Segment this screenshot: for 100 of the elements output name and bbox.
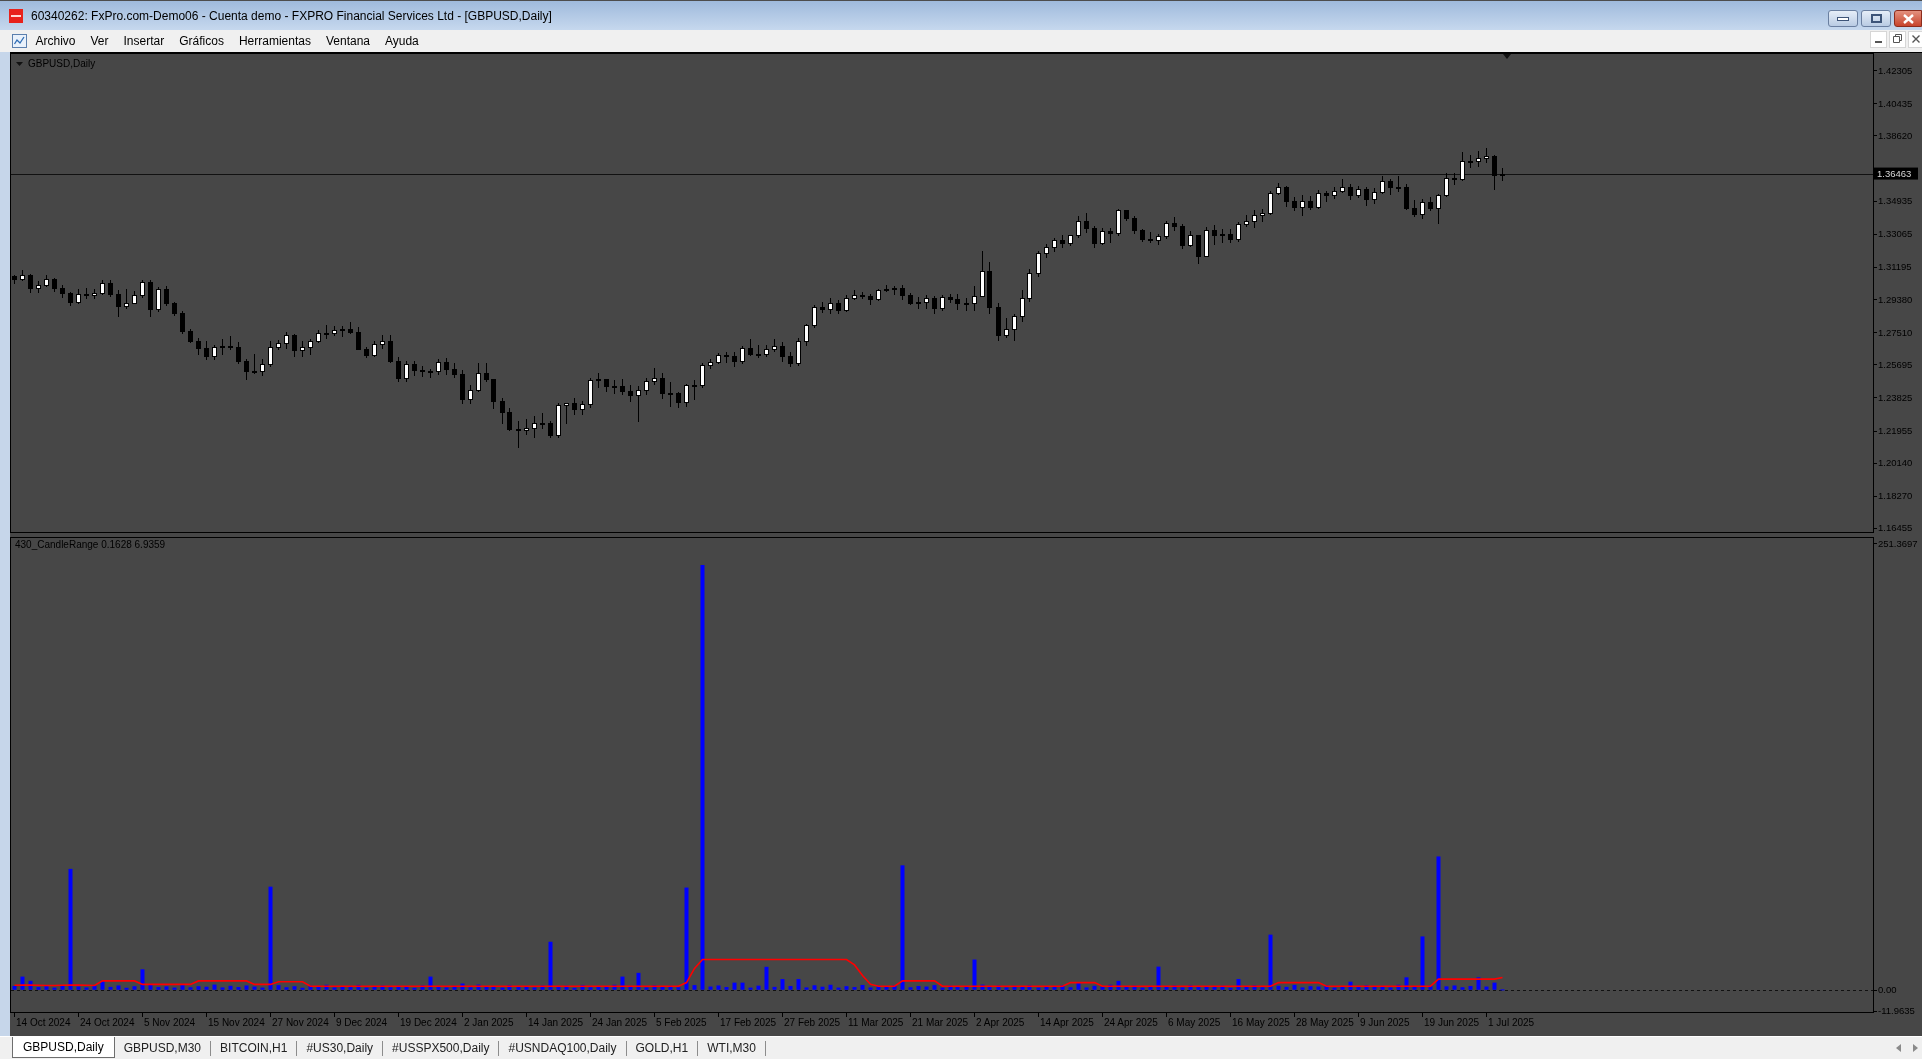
histogram-bar: [620, 976, 625, 990]
histogram-bar: [52, 987, 57, 990]
histogram-bar: [148, 984, 153, 990]
candlestick: [1092, 225, 1097, 249]
tab[interactable]: GOLD,H1: [626, 1040, 699, 1056]
histogram-bar: [1324, 985, 1329, 990]
candlestick: [860, 291, 865, 300]
histogram-bar: [1060, 985, 1065, 990]
candlestick: [844, 294, 849, 313]
menu-item[interactable]: Archivo: [28, 31, 83, 51]
candlestick: [932, 295, 937, 315]
histogram-bar: [1420, 936, 1425, 990]
tab[interactable]: BITCOIN,H1: [211, 1040, 298, 1056]
menu-item[interactable]: Ver: [83, 31, 117, 51]
tab[interactable]: #USNDAQ100,Daily: [499, 1040, 627, 1056]
menu-item[interactable]: Insertar: [116, 31, 172, 51]
chart-icon[interactable]: [12, 34, 27, 48]
candlestick: [356, 326, 361, 351]
tab[interactable]: #US30,Daily: [297, 1040, 384, 1056]
tab[interactable]: GBPUSD,M30: [114, 1040, 212, 1056]
histogram-bar: [1140, 987, 1145, 990]
menu-item[interactable]: Ayuda: [377, 31, 427, 51]
histogram-bar: [1292, 984, 1297, 990]
candlestick: [1380, 175, 1385, 195]
histogram-bar: [116, 985, 121, 990]
axis-label: 1.21955: [1878, 425, 1913, 437]
histogram-bar: [1380, 985, 1385, 990]
menu-item[interactable]: Gráficos: [171, 31, 232, 51]
histogram-bar: [820, 986, 825, 990]
candlestick: [796, 337, 801, 367]
histogram-bar: [1468, 986, 1473, 990]
date-label: 19 Jun 2025: [1424, 1017, 1480, 1028]
candlestick: [684, 383, 689, 408]
candlestick: [1156, 233, 1161, 246]
tab[interactable]: #USSPX500,Daily: [383, 1040, 500, 1056]
menu-item[interactable]: Herramientas: [231, 31, 319, 51]
candlestick: [628, 384, 633, 403]
candlestick: [108, 279, 113, 298]
axis-label: 1.40435: [1878, 97, 1913, 109]
candlestick: [604, 378, 609, 393]
right-triangle-icon[interactable]: [1913, 1044, 1918, 1052]
histogram-bar: [244, 985, 249, 990]
maximize-button[interactable]: [1861, 10, 1891, 27]
tab[interactable]: GBPUSD,Daily: [12, 1037, 115, 1058]
candlestick: [636, 385, 641, 423]
candlestick: [612, 379, 617, 395]
histogram-bar: [316, 986, 321, 990]
histogram-bar: [1388, 987, 1393, 990]
candlestick: [1060, 234, 1065, 249]
histogram-bar: [924, 986, 929, 990]
histogram-bar: [1308, 986, 1313, 990]
histogram-bar: [260, 987, 265, 990]
date-label: 14 Apr 2025: [1040, 1017, 1094, 1028]
candlestick: [948, 293, 953, 304]
candlestick: [476, 362, 481, 393]
candlestick: [556, 402, 561, 439]
histogram-bar: [636, 972, 641, 990]
minimize-button[interactable]: [1828, 10, 1858, 27]
candlestick: [324, 324, 329, 340]
candlestick: [1172, 216, 1177, 232]
triangle-marker-icon[interactable]: [1503, 54, 1511, 59]
histogram-bar: [732, 982, 737, 990]
candlestick: [140, 279, 145, 299]
restore-button[interactable]: [1889, 31, 1906, 48]
histogram-bar: [212, 984, 217, 990]
candlestick: [940, 294, 945, 312]
histogram-bar: [500, 987, 505, 990]
histogram-bar: [676, 987, 681, 990]
candlestick: [412, 360, 417, 377]
candlestick: [620, 378, 625, 396]
close-button[interactable]: [1894, 10, 1922, 27]
histogram-bar: [604, 986, 609, 990]
histogram-bar: [404, 986, 409, 990]
candlestick: [124, 288, 129, 310]
date-label: 24 Jan 2025: [592, 1017, 648, 1028]
histogram-bar: [564, 985, 569, 990]
candlestick: [1004, 317, 1009, 339]
candlestick: [92, 288, 97, 300]
date-label: 28 May 2025: [1296, 1017, 1354, 1028]
histogram-bar: [716, 985, 721, 990]
candlestick: [380, 334, 385, 350]
date-label: 19 Dec 2024: [400, 1017, 457, 1028]
histogram-bar: [204, 986, 209, 990]
candlestick: [308, 338, 313, 356]
candlestick: [708, 358, 713, 370]
histogram-bar: [644, 987, 649, 990]
candlestick: [1188, 230, 1193, 248]
candlestick: [436, 358, 441, 376]
histogram-bar: [908, 987, 913, 990]
tab[interactable]: WTI,M30: [698, 1040, 766, 1056]
histogram-bar: [516, 987, 521, 990]
histogram-bar: [76, 986, 81, 990]
candlestick: [196, 337, 201, 356]
histogram-bar: [540, 985, 545, 990]
histogram-bar: [60, 985, 65, 990]
left-triangle-icon[interactable]: [1896, 1044, 1901, 1052]
candlestick: [1204, 226, 1209, 258]
candlestick: [660, 372, 665, 400]
date-label: 11 Mar 2025: [848, 1017, 904, 1028]
menu-item[interactable]: Ventana: [318, 31, 378, 51]
